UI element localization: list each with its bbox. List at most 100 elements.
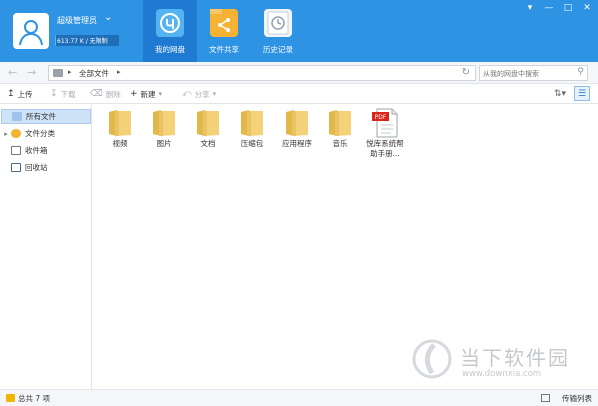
tab-history[interactable]: 历史记录 <box>251 0 305 62</box>
path-box[interactable]: ▸ 全部文件 ▸ ↻ <box>48 65 476 81</box>
user-panel: 超级管理员 ⌄ 613.77 K / 无限制 <box>0 0 143 62</box>
share-icon: ⤺ <box>182 89 192 99</box>
file-item-folder[interactable]: 应用程序 <box>274 108 320 149</box>
tab-file-share[interactable]: 文件共享 <box>197 0 251 62</box>
sidebar-item-inbox[interactable]: 收件箱 <box>1 143 91 158</box>
file-item-folder[interactable]: 音乐 <box>319 108 361 149</box>
file-item-folder[interactable]: 图片 <box>143 108 185 149</box>
chevron-down-icon: ▾ <box>158 90 163 98</box>
view-switcher: ⇅▾ ☰ <box>552 86 590 101</box>
delete-button[interactable]: ⌫ 删除 <box>90 87 121 101</box>
file-name: 悦库系统帮助手册... <box>366 139 404 158</box>
file-name: 应用程序 <box>282 139 312 148</box>
history-clock-icon <box>264 9 292 37</box>
expand-arrow-icon[interactable]: ▸ <box>1 130 11 138</box>
list-view-button[interactable]: ☰ <box>574 86 590 101</box>
tab-my-disk-label: 我的网盘 <box>155 45 185 54</box>
quota-text: 613.77 K / 无限制 <box>57 38 108 45</box>
sidebar-item-label: 所有文件 <box>26 112 56 121</box>
sort-icon: ⇅▾ <box>553 88 567 99</box>
app-header: 超级管理员 ⌄ 613.77 K / 无限制 我的网盘 文件共享 历史记录 ▾ … <box>0 0 598 62</box>
file-item-folder[interactable]: 视频 <box>99 108 141 149</box>
file-name: 压缩包 <box>240 139 264 148</box>
transfer-list-button[interactable]: 传输列表 <box>562 393 592 404</box>
pdf-file-icon: PDF <box>372 108 398 138</box>
all-files-icon <box>12 112 22 121</box>
tab-file-share-label: 文件共享 <box>209 45 239 54</box>
folder-icon <box>153 110 175 136</box>
back-arrow-icon[interactable]: ← <box>8 66 17 79</box>
search-box: ⚲ <box>479 65 588 81</box>
search-input[interactable] <box>483 68 571 79</box>
cloud-disk-icon <box>156 9 184 37</box>
user-menu-chevron-icon[interactable]: ⌄ <box>104 12 112 23</box>
sidebar-item-all-files[interactable]: 所有文件 <box>1 109 91 124</box>
upload-label: 上传 <box>17 89 33 99</box>
forward-arrow-icon[interactable]: → <box>27 66 36 79</box>
watermark-url: www.downxia.com <box>462 369 542 379</box>
sidebar-item-recycle-bin[interactable]: 回收站 <box>1 160 91 175</box>
status-bar: 总共 7 项 传输列表 <box>0 389 598 406</box>
sidebar-item-label: 回收站 <box>25 163 48 172</box>
trash-icon: ⌫ <box>90 89 103 99</box>
breadcrumb-all-files[interactable]: 全部文件 <box>79 68 109 79</box>
search-icon[interactable]: ⚲ <box>577 67 584 77</box>
sort-button[interactable]: ⇅▾ <box>552 86 568 101</box>
share-folder-icon <box>210 9 238 37</box>
tab-my-disk[interactable]: 我的网盘 <box>143 0 197 62</box>
share-label: 分享 <box>194 89 210 99</box>
share-button[interactable]: ⤺ 分享 ▾ <box>182 87 216 101</box>
file-name: 文档 <box>200 139 216 148</box>
folder-icon <box>197 110 219 136</box>
category-icon <box>11 129 21 138</box>
window-controls: ▾ — □ ✕ <box>525 3 592 13</box>
file-name: 图片 <box>156 139 172 148</box>
upload-icon: ↥ <box>7 89 15 99</box>
file-name: 视频 <box>112 139 128 148</box>
refresh-icon[interactable]: ↻ <box>462 67 470 78</box>
menu-dropdown-icon[interactable]: ▾ <box>525 3 535 13</box>
list-view-icon: ☰ <box>577 88 587 99</box>
recycle-bin-icon <box>11 163 21 172</box>
quota-fill <box>55 35 56 46</box>
sidebar-item-label: 收件箱 <box>25 146 48 155</box>
avatar-person-icon <box>19 20 43 46</box>
path-chevron-icon: ▸ <box>117 68 121 76</box>
minimize-icon[interactable]: — <box>544 3 554 13</box>
username: 超级管理员 <box>57 16 97 25</box>
watermark-title: 当下软件园 <box>460 346 570 370</box>
transfer-list-icon[interactable] <box>541 394 550 402</box>
close-icon[interactable]: ✕ <box>582 3 592 13</box>
download-icon: ↧ <box>50 89 58 99</box>
address-bar: ← → ▸ 全部文件 ▸ ↻ ⚲ <box>0 62 598 84</box>
pdf-badge: PDF <box>375 114 387 121</box>
sidebar-item-label: 文件分类 <box>25 129 55 138</box>
item-count: 总共 7 项 <box>18 394 51 403</box>
path-chevron-icon: ▸ <box>68 68 72 76</box>
new-button[interactable]: + 新建 ▾ <box>130 87 162 101</box>
folder-icon <box>286 110 308 136</box>
file-item-folder[interactable]: 文档 <box>187 108 229 149</box>
sidebar-item-categories[interactable]: ▸ 文件分类 <box>1 126 91 141</box>
tab-history-label: 历史记录 <box>263 45 293 54</box>
download-label: 下载 <box>60 89 76 99</box>
folder-icon <box>109 110 131 136</box>
maximize-icon[interactable]: □ <box>563 3 573 13</box>
folder-icon <box>241 110 263 136</box>
toolbar: ↥ 上传 ↧ 下载 ⌫ 删除 + 新建 ▾ ⤺ 分享 ▾ ⇅▾ ☰ <box>0 84 598 104</box>
path-folder-icon <box>53 69 63 77</box>
delete-label: 删除 <box>105 89 121 99</box>
file-name: 音乐 <box>332 139 348 148</box>
upload-button[interactable]: ↥ 上传 <box>7 87 33 101</box>
chevron-down-icon: ▾ <box>212 90 217 98</box>
quota-bar: 613.77 K / 无限制 <box>55 35 119 46</box>
file-item-folder[interactable]: 压缩包 <box>231 108 273 149</box>
folder-status-icon <box>6 394 15 402</box>
file-item-pdf[interactable]: PDF 悦库系统帮助手册... <box>363 108 407 159</box>
folder-icon <box>329 110 351 136</box>
download-button[interactable]: ↧ 下载 <box>50 87 76 101</box>
plus-icon: + <box>130 89 138 99</box>
user-avatar[interactable] <box>13 13 49 49</box>
sidebar: 所有文件 ▸ 文件分类 收件箱 回收站 <box>0 104 92 389</box>
watermark-logo-icon <box>412 339 452 379</box>
